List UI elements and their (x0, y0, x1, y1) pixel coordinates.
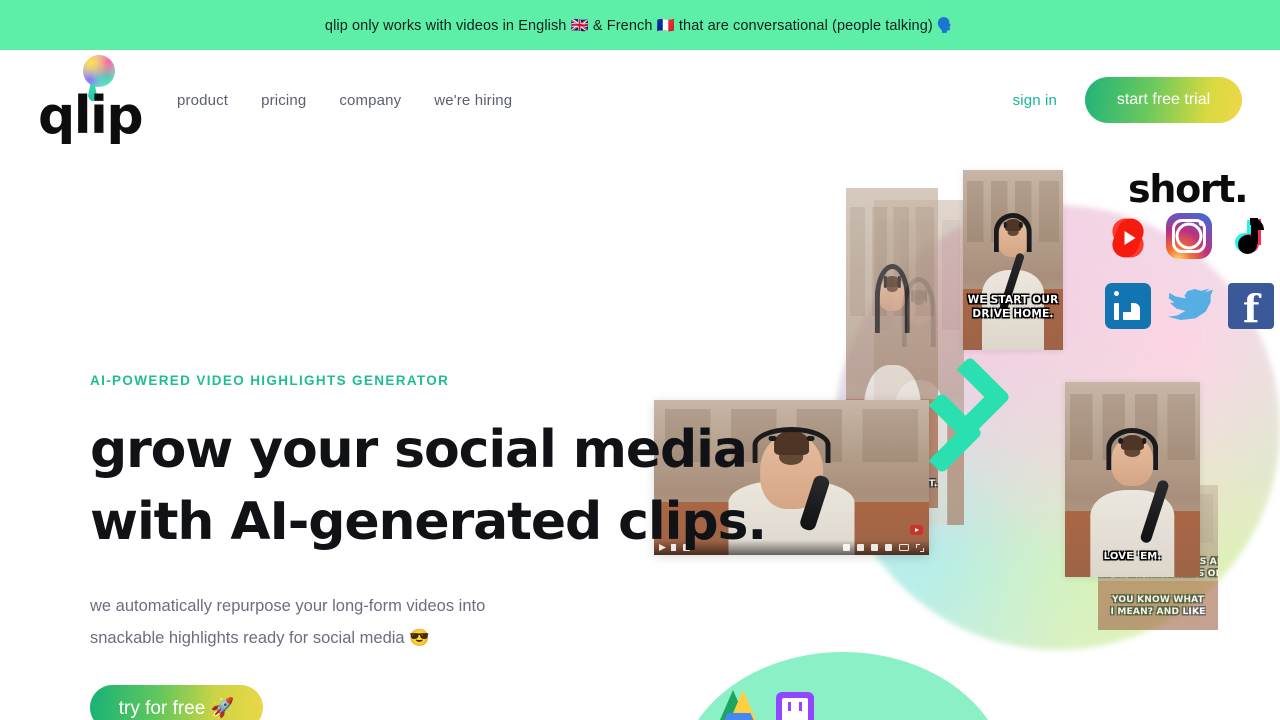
fullscreen-icon[interactable] (916, 543, 924, 552)
logo-wordmark: qlip (38, 86, 144, 146)
site-header: qlip product pricing company we're hirin… (0, 50, 1280, 150)
chevron-logo-mark (900, 355, 1013, 478)
clip-thumbnail-top: WE START OUR DRIVE HOME. (963, 170, 1063, 350)
instagram-icon[interactable] (1166, 213, 1212, 259)
nav-item-company[interactable]: company (339, 92, 401, 109)
balloon-icon (83, 55, 115, 87)
clip-person (982, 212, 1044, 350)
twitch-icon[interactable] (776, 692, 814, 720)
settings-gear-icon[interactable] (871, 544, 878, 551)
facebook-icon[interactable]: f (1228, 283, 1274, 329)
clip-caption-bottom-low-2: I MEAN? AND LIKE (1110, 607, 1206, 618)
header-actions: sign in start free trial (1013, 77, 1242, 123)
nav-item-product[interactable]: product (177, 92, 228, 109)
nav-item-pricing[interactable]: pricing (261, 92, 306, 109)
subtitles-icon[interactable] (857, 544, 864, 551)
miniplayer-icon[interactable] (885, 544, 892, 551)
start-free-trial-button[interactable]: start free trial (1085, 77, 1242, 123)
hero-subtitle: we automatically repurpose your long-for… (90, 590, 560, 654)
announcement-text: qlip only works with videos in English 🇬… (324, 17, 956, 34)
hero-headline-line-1: grow your social media (90, 420, 748, 480)
tiktok-icon[interactable] (1228, 213, 1274, 259)
linkedin-icon[interactable] (1105, 283, 1151, 329)
announcement-banner: qlip only works with videos in English 🇬… (0, 0, 1280, 50)
youtube-shorts-icon[interactable] (1105, 214, 1151, 262)
clip-thumbnail-bottom-front: LOVE 'EM. (1065, 382, 1200, 577)
hero-eyebrow: AI-POWERED VIDEO HIGHLIGHTS GENERATOR (90, 373, 450, 388)
main-nav: product pricing company we're hiring (177, 92, 512, 109)
clip-caption-top-line-1: WE START OUR (967, 293, 1059, 306)
try-for-free-button[interactable]: try for free 🚀 (90, 685, 263, 720)
nav-item-were-hiring[interactable]: we're hiring (434, 92, 512, 109)
hero-headline-line-2: with AI-generated clips. (90, 492, 767, 552)
hero-subtitle-line-1: we automatically repurpose your long-for… (90, 597, 486, 615)
hero-section: AI-POWERED VIDEO HIGHLIGHTS GENERATOR gr… (0, 150, 1280, 720)
qlip-logo[interactable]: qlip (38, 54, 144, 146)
autoplay-icon[interactable] (843, 544, 850, 551)
clip-caption-bottom-front: LOVE 'EM. (1103, 551, 1162, 563)
sign-in-link[interactable]: sign in (1013, 92, 1063, 109)
youtube-logo-icon (910, 525, 923, 535)
hero-copy: AI-POWERED VIDEO HIGHLIGHTS GENERATOR gr… (90, 373, 767, 720)
google-drive-icon[interactable] (720, 690, 760, 720)
theater-mode-icon[interactable] (899, 544, 909, 551)
short-wordmark: short. (1128, 167, 1249, 211)
clip-caption-bottom-low-1: YOU KNOW WHAT (1112, 595, 1204, 606)
twitter-icon[interactable] (1165, 282, 1215, 326)
clip-caption-top-line-2: DRIVE HOME. (972, 307, 1054, 320)
hero-subtitle-line-2: snackable highlights ready for social me… (90, 629, 430, 647)
